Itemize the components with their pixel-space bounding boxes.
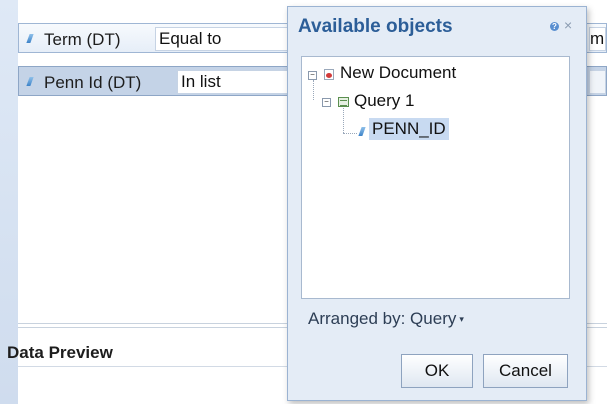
close-icon[interactable]: × — [564, 17, 572, 33]
help-icon[interactable]: ? — [550, 22, 559, 31]
ok-button[interactable]: OK — [401, 354, 473, 388]
filter-label: Penn Id (DT) — [44, 73, 142, 92]
tree-connector — [343, 108, 344, 133]
dropdown-caret-icon: ▾ — [459, 314, 464, 325]
object-tree[interactable]: − New Document − Query 1 PENN_ID — [301, 56, 570, 299]
tree-item-document[interactable]: New Document — [340, 63, 456, 83]
cancel-button[interactable]: Cancel — [483, 354, 568, 388]
filter-label: Term (DT) — [44, 30, 121, 49]
data-preview-title: Data Preview — [7, 343, 113, 362]
arranged-by-dropdown[interactable]: Arranged by: Query ▾ — [308, 309, 464, 329]
value-field[interactable] — [589, 70, 606, 94]
query-icon — [338, 97, 349, 107]
collapse-icon[interactable]: − — [322, 98, 331, 107]
tree-item-query[interactable]: Query 1 — [354, 91, 414, 111]
dimension-icon — [26, 34, 34, 43]
value-field[interactable]: mi — [589, 27, 606, 51]
available-objects-dialog: Available objects ? × − New Document − Q… — [287, 6, 587, 401]
operator-field[interactable]: Equal to — [155, 27, 295, 51]
collapse-icon[interactable]: − — [308, 71, 317, 80]
tree-connector — [313, 80, 314, 100]
tree-item-object[interactable]: PENN_ID — [369, 118, 449, 140]
document-icon — [324, 69, 334, 80]
dimension-icon — [358, 127, 366, 136]
dimension-icon — [26, 77, 34, 86]
dialog-title: Available objects — [298, 16, 453, 37]
tree-connector — [343, 133, 357, 134]
operator-field[interactable]: In list — [177, 70, 297, 94]
arranged-by-label: Arranged by: Query — [308, 309, 457, 328]
